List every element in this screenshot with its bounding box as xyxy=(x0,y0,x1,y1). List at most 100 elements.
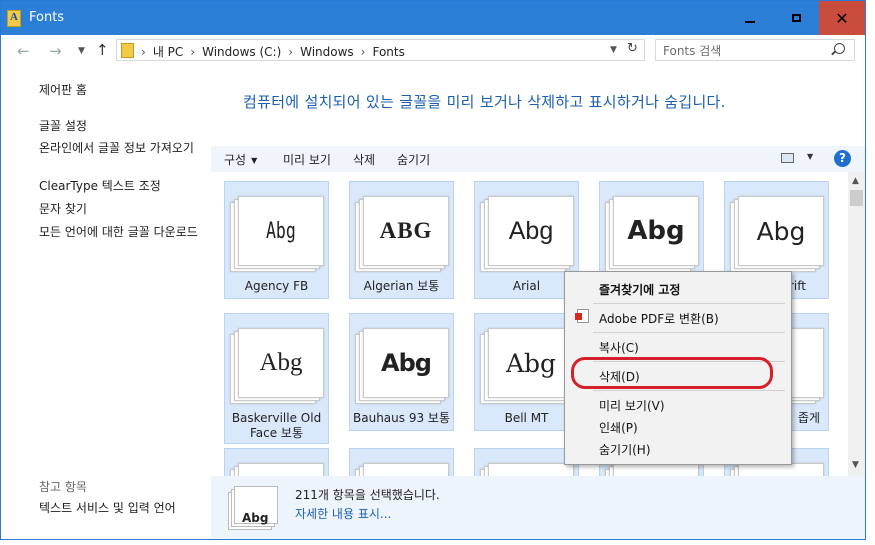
font-file-stack-icon: Abg xyxy=(230,328,324,404)
maximize-icon xyxy=(791,14,801,22)
sidebar-download-fonts-all-languages[interactable]: 모든 언어에 대한 글꼴 다운로드 xyxy=(39,225,204,240)
title-bar[interactable]: A Fonts ✕ xyxy=(1,1,865,35)
back-arrow-icon[interactable]: ← xyxy=(17,42,30,60)
up-arrow-icon[interactable]: ↑ xyxy=(96,41,109,59)
selection-count: 211개 항목을 선택했습니다. xyxy=(295,488,440,502)
fonts-location-icon xyxy=(121,43,134,58)
font-sample: Abg xyxy=(627,216,685,246)
chevron-down-icon: ▼ xyxy=(251,156,258,165)
page-headline: 컴퓨터에 설치되어 있는 글꼴을 미리 보거나 삭제하고 표시하거나 숨깁니다. xyxy=(243,93,726,111)
font-file-stack-icon: ABG xyxy=(355,196,449,272)
font-name: Arial xyxy=(512,279,541,293)
address-bar[interactable]: › 내 PC › Windows (C:) › Windows › Fonts ▼ ↻ xyxy=(116,39,645,61)
breadcrumb-separator-icon: › xyxy=(360,45,366,59)
minimize-button[interactable] xyxy=(727,1,773,35)
menu-item-print[interactable]: 인쇄(P) xyxy=(599,419,638,436)
font-file-stack-icon xyxy=(355,463,449,476)
address-row: ← → ▼ ↑ › 내 PC › Windows (C:) › Windows › Fonts… xyxy=(1,35,865,67)
sidebar-adjust-cleartype[interactable]: ClearType 텍스트 조정 xyxy=(39,179,204,194)
menu-separator xyxy=(593,303,785,304)
close-button[interactable]: ✕ xyxy=(819,1,865,35)
font-tile-algerian[interactable]: ABG Algerian 보통 xyxy=(349,181,454,299)
breadcrumb-separator-icon: › xyxy=(141,45,146,59)
scroll-down-arrow-icon[interactable]: ▼ xyxy=(852,460,859,470)
menu-item-convert-to-adobe-pdf[interactable]: Adobe PDF로 변환(B) xyxy=(599,310,719,327)
sidebar: 제어판 홈 글꼴 설정 온라인에서 글꼴 정보 가져오기 ClearType 텍… xyxy=(1,67,211,539)
sidebar-control-panel-home[interactable]: 제어판 홈 xyxy=(39,83,204,98)
organize-label: 구성 xyxy=(224,153,247,167)
font-tile-agency-fb[interactable]: Abg Agency FB xyxy=(224,181,329,299)
sidebar-get-font-info-online[interactable]: 온라인에서 글꼴 정보 가져오기 xyxy=(39,141,204,156)
preview-button[interactable]: 미리 보기 xyxy=(283,151,331,168)
font-name: Baskerville Old Face 보통 xyxy=(231,411,322,440)
adobe-pdf-icon xyxy=(575,309,589,323)
font-sample: Abg xyxy=(259,349,303,376)
breadcrumb-separator-icon: › xyxy=(190,45,196,59)
breadcrumb-this-pc[interactable]: 내 PC xyxy=(153,45,183,59)
menu-separator xyxy=(593,332,785,333)
search-input[interactable] xyxy=(656,40,835,62)
refresh-icon[interactable]: ↻ xyxy=(627,41,638,56)
font-sample: Abg xyxy=(381,349,432,377)
font-file-stack-icon: Abg xyxy=(230,196,324,272)
menu-item-copy[interactable]: 복사(C) xyxy=(599,339,639,356)
font-name: Bell MT xyxy=(504,411,549,425)
font-file-stack-icon: Abg xyxy=(730,196,824,272)
font-tile-bauhaus-93[interactable]: Abg Bauhaus 93 보통 xyxy=(349,313,454,431)
fonts-window: A Fonts ✕ ← → ▼ ↑ › 내 PC › Windows (C:) › Win… xyxy=(0,0,866,540)
close-icon: ✕ xyxy=(835,8,849,28)
sidebar-text-services[interactable]: 텍스트 서비스 및 입력 언어 xyxy=(39,501,204,516)
fonts-folder-icon: A xyxy=(7,10,21,27)
address-dropdown-chevron-icon[interactable]: ▼ xyxy=(610,45,617,55)
sidebar-font-settings[interactable]: 글꼴 설정 xyxy=(39,119,204,134)
font-sample: ABG xyxy=(379,218,433,243)
search-box[interactable] xyxy=(655,39,855,62)
see-also-heading: 참고 항목 xyxy=(39,480,87,494)
search-icon[interactable] xyxy=(834,43,845,54)
breadcrumb-separator-icon: › xyxy=(288,45,294,59)
scrollbar-thumb[interactable] xyxy=(850,190,863,206)
vertical-scrollbar[interactable]: ▲ ▼ xyxy=(848,172,865,476)
help-icon[interactable]: ? xyxy=(834,150,851,167)
font-sample: Abg xyxy=(266,218,296,244)
delete-button[interactable]: 삭제 xyxy=(353,151,375,168)
menu-separator xyxy=(593,390,785,391)
maximize-button[interactable] xyxy=(773,1,819,35)
font-file-stack-icon: Abg xyxy=(605,196,699,272)
breadcrumb-drive-c[interactable]: Windows (C:) xyxy=(202,45,281,59)
font-file-stack-icon: Abg xyxy=(480,328,574,404)
scroll-up-arrow-icon[interactable]: ▲ xyxy=(852,176,859,186)
recent-locations-chevron-icon[interactable]: ▼ xyxy=(78,46,85,56)
font-tile-baskerville-old-face[interactable]: Abg Baskerville Old Face 보통 xyxy=(224,313,329,444)
delete-highlight-annotation xyxy=(571,357,773,389)
menu-item-pin-to-quick-access[interactable]: 즐겨찾기에 고정 xyxy=(599,281,680,298)
font-file-stack-icon: Abg xyxy=(480,196,574,272)
breadcrumb-fonts[interactable]: Fonts xyxy=(372,45,404,59)
font-sample: Abg xyxy=(756,216,806,246)
change-view-icon[interactable] xyxy=(781,153,794,163)
breadcrumb-windows[interactable]: Windows xyxy=(300,45,354,59)
font-tile-row3-1[interactable] xyxy=(224,448,329,476)
font-sample: Abg xyxy=(505,348,557,378)
menu-item-preview[interactable]: 미리 보기(V) xyxy=(599,397,665,414)
minimize-icon xyxy=(745,21,755,23)
forward-arrow-icon[interactable]: → xyxy=(49,42,62,60)
font-file-stack-icon: Abg xyxy=(355,328,449,404)
breadcrumb: › 내 PC › Windows (C:) › Windows › Fonts xyxy=(141,43,405,60)
hide-button[interactable]: 숨기기 xyxy=(397,151,430,168)
view-options-chevron-icon[interactable]: ▼ xyxy=(807,152,813,161)
font-tile-row3-2[interactable] xyxy=(349,448,454,476)
sidebar-find-character[interactable]: 문자 찾기 xyxy=(39,202,204,217)
font-name: Algerian 보통 xyxy=(363,279,440,293)
window-title: Fonts xyxy=(29,10,65,25)
font-sample: Abg xyxy=(508,216,554,245)
font-file-stack-icon xyxy=(480,463,574,476)
menu-item-hide[interactable]: 숨기기(H) xyxy=(599,441,651,458)
organize-button[interactable]: 구성 ▼ xyxy=(224,151,257,168)
details-pane: Abg 211개 항목을 선택했습니다. 자세한 내용 표시... xyxy=(211,476,865,539)
font-file-stack-icon xyxy=(230,463,324,476)
details-font-sample: Abg xyxy=(242,511,269,525)
show-more-details-link[interactable]: 자세한 내용 표시... xyxy=(295,505,391,522)
font-name: Bauhaus 93 보통 xyxy=(353,411,450,425)
font-file-stack-icon: Abg xyxy=(228,486,278,530)
